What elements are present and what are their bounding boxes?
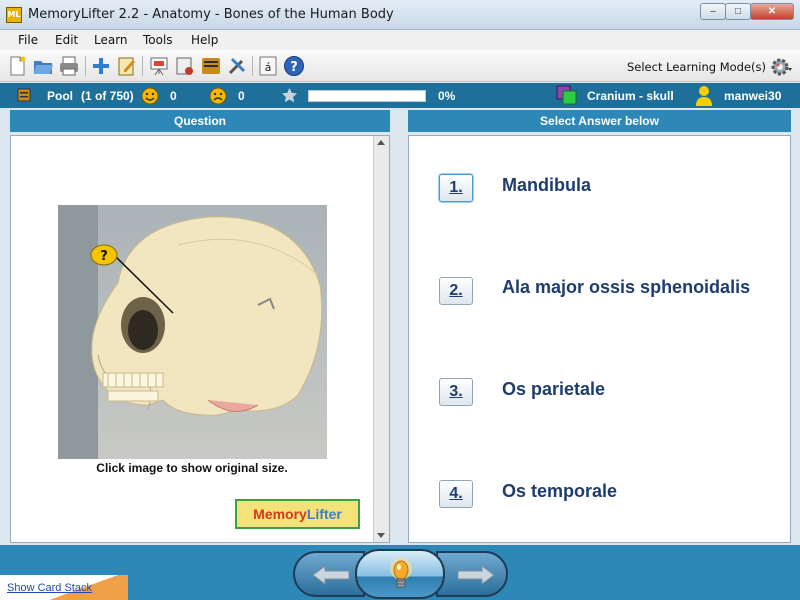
toolbar-separator xyxy=(85,56,86,76)
help-icon[interactable]: ? xyxy=(283,55,305,77)
answer-text-1[interactable]: Mandibula xyxy=(502,175,591,196)
answer-text-4[interactable]: Os temporale xyxy=(502,481,617,502)
answer-header: Select Answer below xyxy=(408,110,791,132)
lightbulb-icon xyxy=(390,558,412,588)
answer-button-2[interactable]: 2. xyxy=(439,277,473,305)
question-scrollbar[interactable] xyxy=(373,136,389,542)
select-learning-mode-label[interactable]: Select Learning Mode(s) xyxy=(627,60,766,74)
open-icon[interactable] xyxy=(32,55,54,77)
progress-percent: 0% xyxy=(438,89,456,103)
menu-help[interactable]: Help xyxy=(191,33,218,47)
question-pane: ? Click image to show original size. Mem… xyxy=(10,135,390,543)
answer-text-3[interactable]: Os parietale xyxy=(502,379,605,400)
slideshow-icon[interactable] xyxy=(148,55,170,77)
wrong-count: 0 xyxy=(238,89,245,103)
app-logo-icon: ML xyxy=(6,7,22,23)
star-icon xyxy=(281,87,298,103)
title-bar: ML MemoryLifter 2.2 - Anatomy - Bones of… xyxy=(0,0,800,30)
maximize-button[interactable]: □ xyxy=(725,3,751,20)
chapter-icon[interactable] xyxy=(556,85,578,106)
gear-icon[interactable] xyxy=(770,56,792,78)
new-icon[interactable] xyxy=(6,55,28,77)
menu-edit[interactable]: Edit xyxy=(55,33,78,47)
add-icon[interactable] xyxy=(90,55,112,77)
arrow-right-icon xyxy=(457,565,495,585)
window-title: MemoryLifter 2.2 - Anatomy - Bones of th… xyxy=(28,7,394,22)
chapter-name[interactable]: Cranium - skull xyxy=(587,89,674,103)
settings-tools-icon[interactable] xyxy=(226,55,248,77)
answer-button-3[interactable]: 3. xyxy=(439,378,473,406)
menu-learn[interactable]: Learn xyxy=(94,33,128,47)
logo-lifter: Lifter xyxy=(306,506,342,522)
happy-face-icon xyxy=(141,87,159,105)
menu-file[interactable]: File xyxy=(18,33,38,47)
arrow-left-icon xyxy=(312,565,350,585)
memorylifter-logo: MemoryLifter xyxy=(235,499,360,529)
menu-bar: File Edit Learn Tools Help xyxy=(0,30,800,50)
user-name: manwei30 xyxy=(724,89,782,103)
next-button[interactable] xyxy=(436,551,508,597)
toolbar-separator xyxy=(252,56,253,76)
notes-icon[interactable] xyxy=(200,55,222,77)
skull-image[interactable]: ? xyxy=(58,205,327,459)
menu-tools[interactable]: Tools xyxy=(143,33,173,47)
correct-count: 0 xyxy=(170,89,177,103)
answer-button-1[interactable]: 1. xyxy=(439,174,473,202)
edit-icon[interactable] xyxy=(116,55,138,77)
answer-button-4[interactable]: 4. xyxy=(439,480,473,508)
pool-label[interactable]: Pool xyxy=(47,89,73,103)
show-card-stack-tab: Show Card Stack xyxy=(0,575,128,600)
image-caption: Click image to show original size. xyxy=(96,461,288,475)
status-bar: Pool (1 of 750) 0 0 0% Cranium - skull m… xyxy=(0,83,800,108)
user-icon xyxy=(696,86,712,106)
close-button[interactable]: ✕ xyxy=(750,3,794,20)
progress-bar xyxy=(308,90,426,102)
print-icon[interactable] xyxy=(58,55,80,77)
pool-count: (1 of 750) xyxy=(81,89,134,103)
toolbar: á ? Select Learning Mode(s) xyxy=(0,50,800,82)
question-header: Question xyxy=(10,110,390,132)
svg-text:á: á xyxy=(265,61,272,74)
scroll-down-arrow-icon[interactable] xyxy=(377,533,385,538)
minimize-button[interactable]: – xyxy=(700,3,726,20)
pool-icon xyxy=(17,88,31,102)
sad-face-icon xyxy=(209,87,227,105)
toolbar-separator xyxy=(142,56,143,76)
answer-text-2[interactable]: Ala major ossis sphenoidalis xyxy=(502,277,750,298)
question-marker: ? xyxy=(100,249,108,264)
svg-text:?: ? xyxy=(290,60,298,75)
scroll-up-arrow-icon[interactable] xyxy=(377,140,385,145)
special-chars-icon[interactable]: á xyxy=(257,55,279,77)
answer-pane: 1. Mandibula 2. Ala major ossis sphenoid… xyxy=(408,135,791,543)
hint-button[interactable] xyxy=(355,549,445,599)
card-icon[interactable] xyxy=(174,55,196,77)
show-card-stack-link[interactable]: Show Card Stack xyxy=(7,582,92,594)
logo-memory: Memory xyxy=(253,506,307,522)
